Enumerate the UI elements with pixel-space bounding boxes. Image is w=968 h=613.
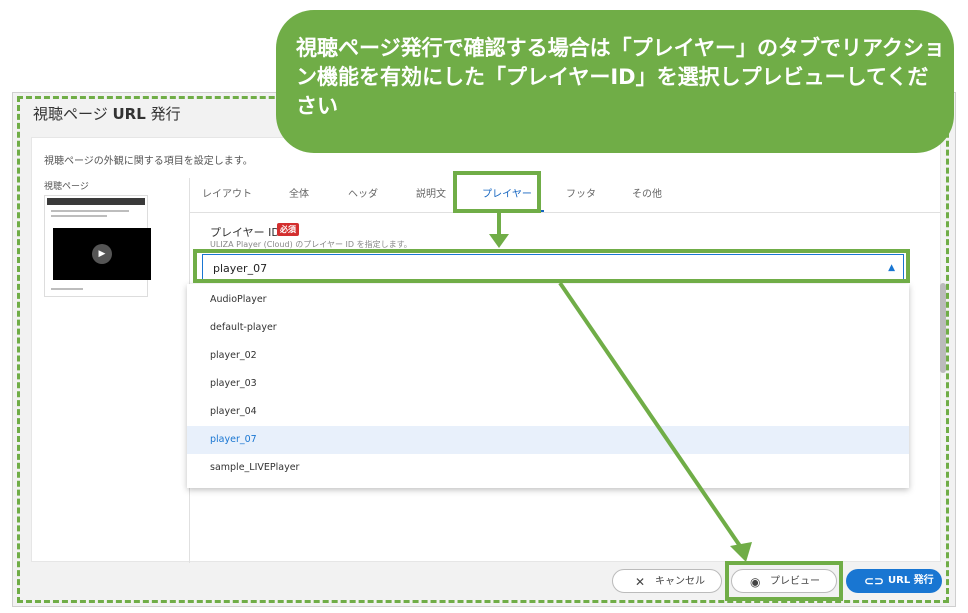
settings-description: 視聴ページの外観に関する項目を設定します。 bbox=[44, 156, 253, 167]
thumb-line bbox=[51, 215, 107, 217]
option-audioplayer[interactable]: AudioPlayer bbox=[187, 286, 909, 314]
dialog-title-url: URL bbox=[112, 105, 146, 123]
tab-description[interactable]: 説明文 bbox=[402, 178, 460, 212]
preview-button[interactable]: ◉ プレビュー bbox=[731, 569, 837, 593]
player-id-label: プレイヤー ID bbox=[210, 226, 280, 239]
link-icon: ⊂⊃ bbox=[864, 574, 885, 588]
page-preview-thumbnail: ▶ bbox=[44, 195, 151, 297]
option-default-player[interactable]: default-player bbox=[187, 314, 909, 342]
thumb-line bbox=[51, 288, 83, 290]
tab-overall[interactable]: 全体 bbox=[274, 178, 324, 212]
eye-icon: ◉ bbox=[750, 575, 761, 589]
option-player-03[interactable]: player_03 bbox=[187, 370, 909, 398]
player-id-hint: ULIZA Player (Cloud) のプレイヤー ID を指定します。 bbox=[210, 240, 412, 249]
dialog-title: 視聴ページ URL 発行 bbox=[33, 103, 181, 124]
cancel-button[interactable]: ✕ キャンセル bbox=[612, 569, 722, 593]
tab-player[interactable]: プレイヤー bbox=[470, 178, 544, 212]
instruction-callout: 視聴ページ発行で確認する場合は「プレイヤー」のタブでリアクション機能を有効にした… bbox=[276, 10, 954, 153]
callout-text: 視聴ページ発行で確認する場合は「プレイヤー」のタブでリアクション機能を有効にした… bbox=[296, 36, 945, 118]
preview-label: 視聴ページ bbox=[44, 182, 89, 192]
url-issue-label: URL 発行 bbox=[888, 575, 934, 586]
play-icon: ▶ bbox=[92, 244, 112, 264]
option-player-04[interactable]: player_04 bbox=[187, 398, 909, 426]
thumb-video: ▶ bbox=[53, 228, 151, 280]
close-icon: ✕ bbox=[635, 575, 646, 589]
preview-label-text: プレビュー bbox=[770, 576, 820, 587]
player-id-dropdown: AudioPlayer default-player player_02 pla… bbox=[187, 284, 909, 488]
option-sample-liveplayer[interactable]: sample_LIVEPlayer bbox=[187, 454, 909, 482]
caret-up-icon: ▲ bbox=[888, 263, 895, 273]
settings-tabs: レイアウト 全体 ヘッダ 説明文 プレイヤー フッタ その他 bbox=[190, 178, 940, 213]
option-player-07[interactable]: player_07 bbox=[187, 426, 909, 454]
required-badge: 必須 bbox=[277, 223, 299, 236]
scrollbar[interactable] bbox=[940, 283, 946, 373]
dialog-title-prefix: 視聴ページ bbox=[33, 105, 108, 123]
tab-layout[interactable]: レイアウト bbox=[190, 178, 264, 212]
tab-header[interactable]: ヘッダ bbox=[334, 178, 392, 212]
thumb-line bbox=[51, 210, 129, 212]
player-id-select[interactable]: player_07 ▲ bbox=[202, 254, 904, 282]
dialog-title-suffix: 発行 bbox=[150, 105, 181, 123]
thumb-header bbox=[47, 198, 145, 205]
tab-other[interactable]: その他 bbox=[618, 178, 676, 212]
url-issue-button[interactable]: ⊂⊃ URL 発行 bbox=[846, 569, 942, 593]
cancel-label: キャンセル bbox=[655, 576, 705, 587]
player-id-value: player_07 bbox=[213, 262, 268, 275]
tab-footer[interactable]: フッタ bbox=[554, 178, 608, 212]
option-player-02[interactable]: player_02 bbox=[187, 342, 909, 370]
